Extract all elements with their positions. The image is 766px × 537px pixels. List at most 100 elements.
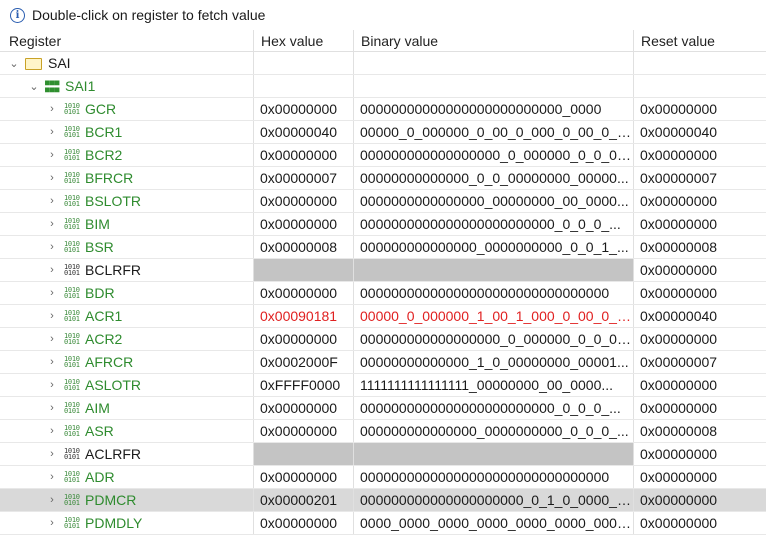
reset-value-cell: 0x00000040 xyxy=(634,305,766,327)
hex-value-cell[interactable]: 0xFFFF0000 xyxy=(254,374,354,396)
register-name: BSLOTR xyxy=(85,193,142,209)
hex-value-cell[interactable]: 0x00000000 xyxy=(254,144,354,166)
chevron-right-icon[interactable]: › xyxy=(46,494,58,506)
hex-value-cell[interactable]: 0x00000008 xyxy=(254,236,354,258)
binary-value-cell[interactable]: 00000000000000000000000000000000 xyxy=(354,282,634,304)
hex-value-cell[interactable]: 0x00000201 xyxy=(254,489,354,511)
chevron-right-icon[interactable]: › xyxy=(46,448,58,460)
chevron-right-icon[interactable]: › xyxy=(46,264,58,276)
register-row-afrcr[interactable]: › 1010 0101 AFRCR 0x0002000F 000000000000… xyxy=(0,351,766,374)
hex-value-cell[interactable]: 0x00090181 xyxy=(254,305,354,327)
hex-value-cell[interactable]: 0x00000000 xyxy=(254,213,354,235)
register-row-aim[interactable]: › 1010 0101 AIM 0x00000000 00000000000000… xyxy=(0,397,766,420)
chevron-right-icon[interactable]: › xyxy=(46,402,58,414)
register-row-acr2[interactable]: › 1010 0101 ACR2 0x00000000 0000000000000… xyxy=(0,328,766,351)
register-name-cell: › 1010 0101 BSLOTR xyxy=(0,190,254,212)
hex-value-cell[interactable]: 0x0002000F xyxy=(254,351,354,373)
register-name: ACR1 xyxy=(85,308,123,324)
register-icon: 1010 0101 xyxy=(64,171,80,185)
binary-value-cell[interactable]: 000000000000000000_0_000000_0_0_0_... xyxy=(354,144,634,166)
register-row-bfrcr[interactable]: › 1010 0101 BFRCR 0x00000007 000000000000… xyxy=(0,167,766,190)
chevron-right-icon[interactable]: › xyxy=(46,287,58,299)
chevron-right-icon[interactable]: › xyxy=(46,356,58,368)
register-row-pdmcr[interactable]: › 1010 0101 PDMCR 0x00000201 000000000000… xyxy=(0,489,766,512)
chevron-right-icon[interactable]: › xyxy=(46,425,58,437)
hex-value-cell[interactable]: 0x00000007 xyxy=(254,167,354,189)
hex-value-cell[interactable]: 0x00000000 xyxy=(254,190,354,212)
binary-value-cell[interactable]: 00000000000000000000000000_0000 xyxy=(354,98,634,120)
chevron-right-icon[interactable]: › xyxy=(46,471,58,483)
column-header-binary[interactable]: Binary value xyxy=(354,30,634,51)
register-name-cell: › 1010 0101 ASR xyxy=(0,420,254,442)
chevron-down-icon[interactable]: ⌄ xyxy=(8,57,20,70)
peripheral-icon: ■■■ ■■■ xyxy=(45,78,60,94)
register-icon: 1010 0101 xyxy=(64,263,80,277)
chevron-right-icon[interactable]: › xyxy=(46,149,58,161)
binary-value-cell[interactable]: 0000000000000000_00000000_00_0000... xyxy=(354,190,634,212)
register-row-gcr[interactable]: › 1010 0101 GCR 0x00000000 00000000000000… xyxy=(0,98,766,121)
binary-value-cell[interactable]: 000000000000000_0000000000_0_0_0_... xyxy=(354,420,634,442)
register-row-aclrfr[interactable]: › 1010 0101 ACLRFR 0x00000000 xyxy=(0,443,766,466)
binary-value-cell[interactable] xyxy=(354,259,634,281)
binary-value-cell[interactable]: 000000000000000000_0_000000_0_0_0_... xyxy=(354,328,634,350)
register-name-cell: › 1010 0101 PDMDLY xyxy=(0,512,254,534)
binary-value-cell[interactable]: 0000000000000000000000000_0_0_0_... xyxy=(354,213,634,235)
chevron-right-icon[interactable]: › xyxy=(46,333,58,345)
register-icon: 1010 0101 xyxy=(64,148,80,162)
hex-value-cell[interactable]: 0x00000000 xyxy=(254,98,354,120)
chevron-right-icon[interactable]: › xyxy=(46,195,58,207)
hex-value: 0x00000000 xyxy=(260,147,338,163)
tree-cell: ⌄ SAI xyxy=(0,52,254,74)
column-header-register[interactable]: Register xyxy=(0,30,254,51)
tree-row-sai1[interactable]: ⌄ ■■■ ■■■ SAI1 xyxy=(0,75,766,98)
binary-value-cell[interactable]: 1111111111111111_00000000_00_0000... xyxy=(354,374,634,396)
register-row-aslotr[interactable]: › 1010 0101 ASLOTR 0xFFFF0000 11111111111… xyxy=(0,374,766,397)
tree-row-sai[interactable]: ⌄ SAI xyxy=(0,52,766,75)
register-row-asr[interactable]: › 1010 0101 ASR 0x00000000 00000000000000… xyxy=(0,420,766,443)
register-row-bsr[interactable]: › 1010 0101 BSR 0x00000008 00000000000000… xyxy=(0,236,766,259)
register-row-bcr2[interactable]: › 1010 0101 BCR2 0x00000000 0000000000000… xyxy=(0,144,766,167)
hex-value-cell[interactable]: 0x00000000 xyxy=(254,397,354,419)
chevron-right-icon[interactable]: › xyxy=(46,103,58,115)
register-row-acr1[interactable]: › 1010 0101 ACR1 0x00090181 00000_0_00000… xyxy=(0,305,766,328)
binary-value-cell[interactable]: 00000000000000000000000000000000 xyxy=(354,466,634,488)
chevron-right-icon[interactable]: › xyxy=(46,517,58,529)
chevron-right-icon[interactable]: › xyxy=(46,126,58,138)
binary-value-cell[interactable]: 00000_0_000000_1_00_1_000_0_00_0_1_... xyxy=(354,305,634,327)
chevron-down-icon[interactable]: ⌄ xyxy=(28,80,40,93)
hex-value-cell[interactable]: 0x00000040 xyxy=(254,121,354,143)
binary-value-cell[interactable] xyxy=(354,443,634,465)
hex-value-cell[interactable]: 0x00000000 xyxy=(254,512,354,534)
binary-value-cell[interactable]: 000000000000000_0000000000_0_0_1_... xyxy=(354,236,634,258)
chevron-right-icon[interactable]: › xyxy=(46,218,58,230)
chevron-right-icon[interactable]: › xyxy=(46,241,58,253)
binary-value-cell[interactable]: 00000000000000_0_0_00000000_00000... xyxy=(354,167,634,189)
register-row-bdr[interactable]: › 1010 0101 BDR 0x00000000 00000000000000… xyxy=(0,282,766,305)
hex-value-cell[interactable] xyxy=(254,259,354,281)
binary-value-cell[interactable]: 00000_0_000000_0_00_0_000_0_00_0_0_... xyxy=(354,121,634,143)
register-name: ASR xyxy=(85,423,114,439)
reset-value: 0x00000008 xyxy=(640,423,718,439)
register-row-bim[interactable]: › 1010 0101 BIM 0x00000000 00000000000000… xyxy=(0,213,766,236)
hex-value-cell[interactable]: 0x00000000 xyxy=(254,328,354,350)
binary-value-cell[interactable]: 00000000000000_1_0_00000000_00001... xyxy=(354,351,634,373)
hex-value-cell[interactable]: 0x00000000 xyxy=(254,282,354,304)
chevron-right-icon[interactable]: › xyxy=(46,379,58,391)
column-header-hex[interactable]: Hex value xyxy=(254,30,354,51)
register-row-bcr1[interactable]: › 1010 0101 BCR1 0x00000040 00000_0_00000… xyxy=(0,121,766,144)
column-header-reset[interactable]: Reset value xyxy=(634,30,766,51)
chevron-right-icon[interactable]: › xyxy=(46,172,58,184)
register-row-bslotr[interactable]: › 1010 0101 BSLOTR 0x00000000 00000000000… xyxy=(0,190,766,213)
register-row-pdmdly[interactable]: › 1010 0101 PDMDLY 0x00000000 0000_0000_0… xyxy=(0,512,766,535)
register-row-adr[interactable]: › 1010 0101 ADR 0x00000000 00000000000000… xyxy=(0,466,766,489)
hex-value-cell[interactable]: 0x00000000 xyxy=(254,466,354,488)
register-row-bclrfr[interactable]: › 1010 0101 BCLRFR 0x00000000 xyxy=(0,259,766,282)
binary-value-cell[interactable]: 0000_0000_0000_0000_0000_0000_0000... xyxy=(354,512,634,534)
chevron-right-icon[interactable]: › xyxy=(46,310,58,322)
empty-cell xyxy=(354,75,634,97)
binary-value-cell[interactable]: 0000000000000000000000000_0_0_0_... xyxy=(354,397,634,419)
hex-value: 0x00000008 xyxy=(260,239,338,255)
hex-value-cell[interactable] xyxy=(254,443,354,465)
hex-value-cell[interactable]: 0x00000000 xyxy=(254,420,354,442)
binary-value-cell[interactable]: 000000000000000000000_0_1_0_0000_0... xyxy=(354,489,634,511)
